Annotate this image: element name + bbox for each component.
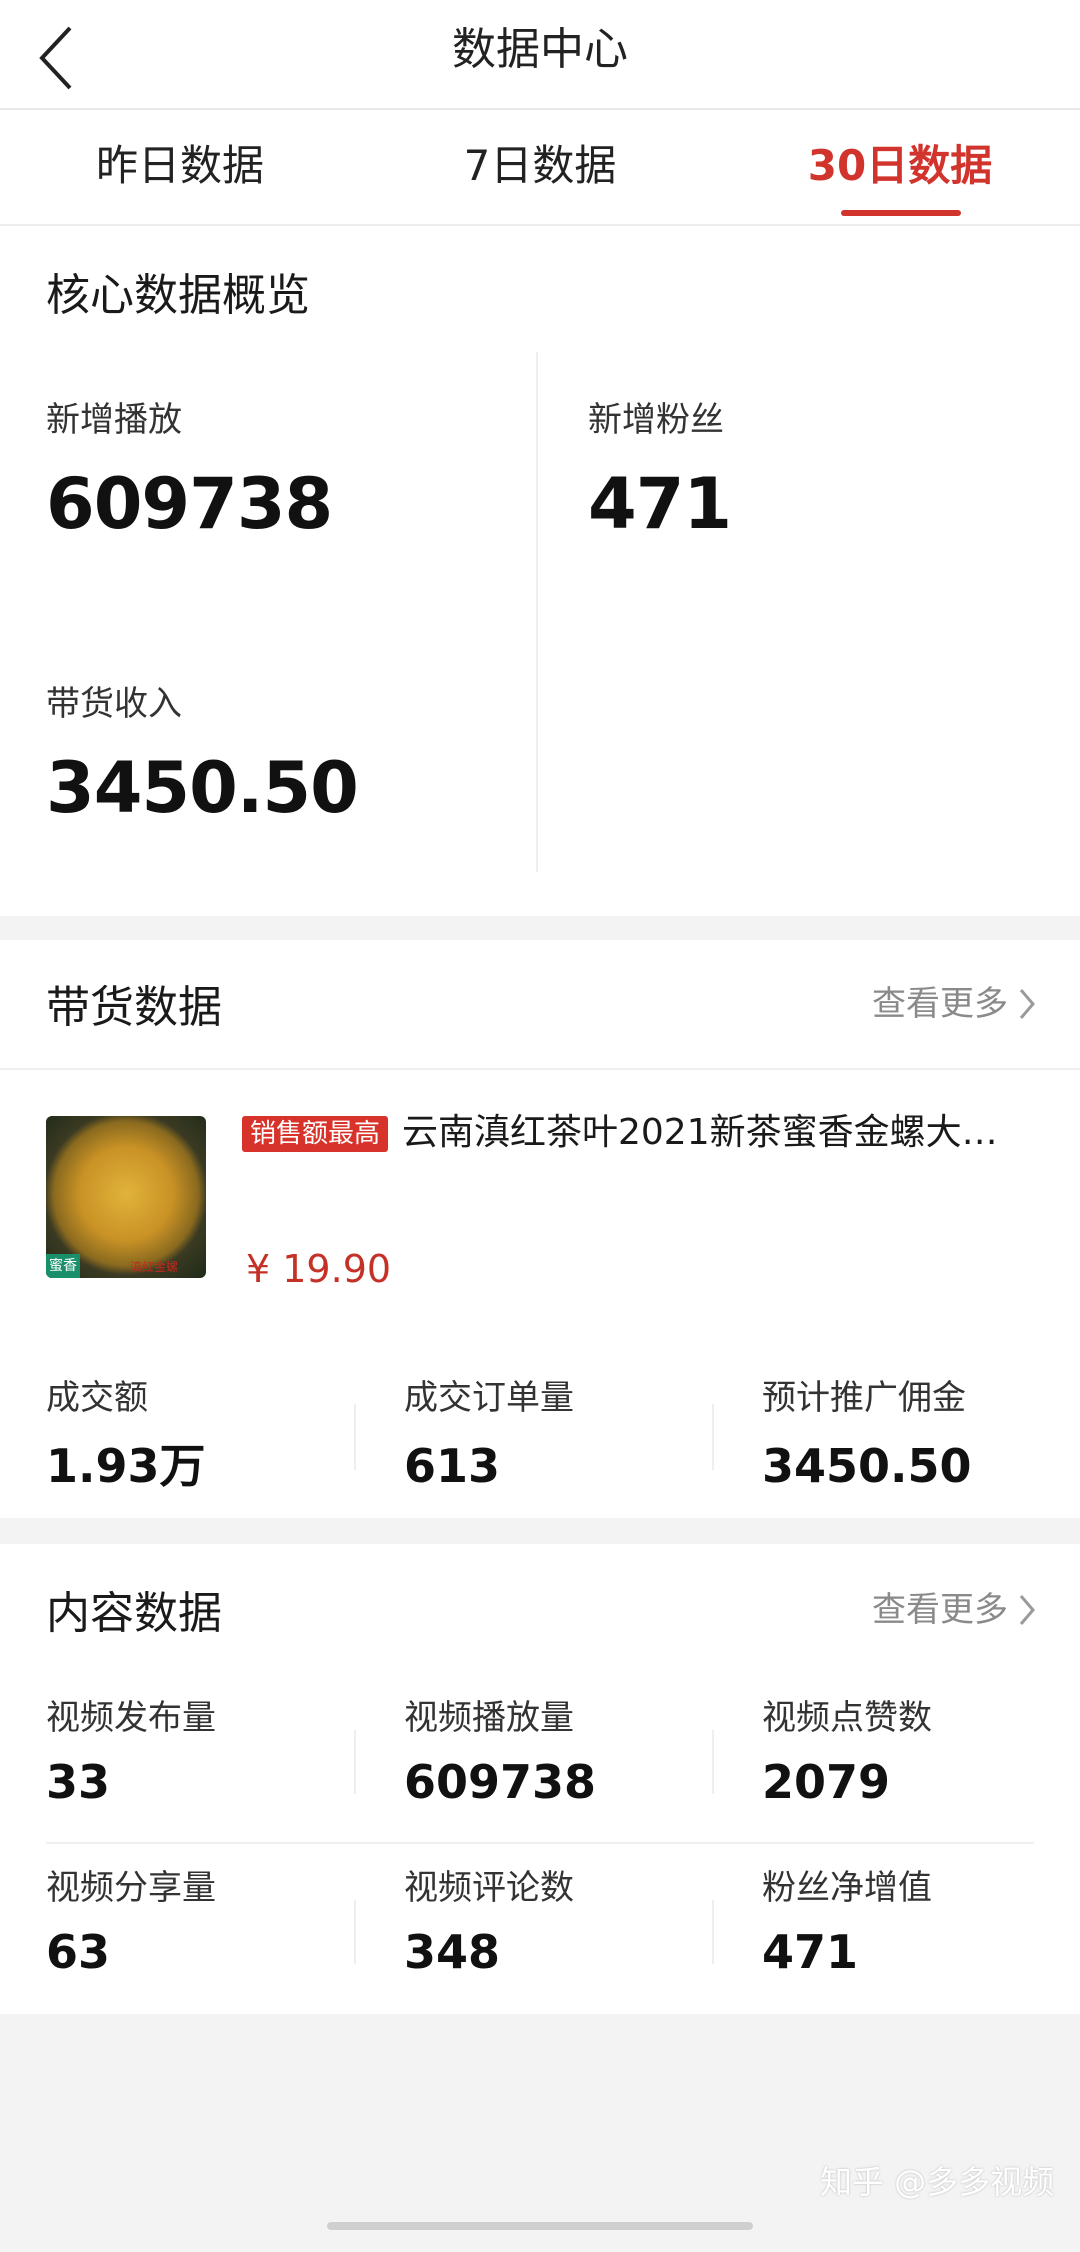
metric-value: 3450.50 <box>762 1439 972 1493</box>
chevron-right-icon <box>1018 1593 1036 1627</box>
tab-30-days[interactable]: 30日数据 <box>780 138 1020 194</box>
metric-new-plays[interactable]: 新增播放 609738 <box>46 398 333 545</box>
metric-sales-income[interactable]: 带货收入 3450.50 <box>46 682 359 829</box>
metric-orders[interactable]: 成交订单量 613 <box>404 1376 574 1494</box>
page-title: 数据中心 <box>452 24 628 75</box>
content-section: 内容数据 查看更多 视频发布量 33 视频播放量 609738 视频点赞数 20… <box>0 1544 1080 2014</box>
top-bar: 数据中心 <box>0 0 1080 110</box>
chevron-right-icon <box>1018 987 1036 1021</box>
thumb-badge: 蜜香 <box>46 1254 80 1278</box>
metric-label: 成交订单量 <box>404 1378 574 1418</box>
tab-7-days[interactable]: 7日数据 <box>420 138 660 194</box>
metric-label: 视频播放量 <box>404 1698 574 1738</box>
metric-video-comments[interactable]: 视频评论数 348 <box>404 1866 574 1980</box>
watermark: 知乎 @多多视频 <box>820 2163 1055 2201</box>
active-tab-indicator <box>841 210 961 216</box>
section-divider <box>0 1068 1080 1070</box>
metric-video-plays[interactable]: 视频播放量 609738 <box>404 1696 596 1810</box>
metric-value: 1.93万 <box>46 1439 206 1493</box>
metric-value: 613 <box>404 1439 501 1493</box>
period-tabs: 昨日数据 7日数据 30日数据 <box>0 110 1080 226</box>
metric-divider <box>354 1404 356 1470</box>
overview-section: 核心数据概览 新增播放 609738 新增粉丝 471 带货收入 3450.50 <box>0 226 1080 916</box>
metric-label: 预计推广佣金 <box>762 1378 966 1418</box>
metric-video-shares[interactable]: 视频分享量 63 <box>46 1866 216 1980</box>
metric-label: 带货收入 <box>46 684 182 724</box>
metric-divider <box>712 1900 714 1964</box>
product-thumbnail[interactable]: 蜜香 滇红金螺 <box>46 1116 206 1278</box>
sales-title: 带货数据 <box>46 982 222 1033</box>
metric-gmv[interactable]: 成交额 1.93万 <box>46 1376 206 1494</box>
home-indicator[interactable] <box>327 2222 753 2230</box>
metric-new-fans[interactable]: 新增粉丝 471 <box>588 398 732 545</box>
overview-title: 核心数据概览 <box>46 270 310 321</box>
metric-value: 471 <box>588 463 732 545</box>
metric-video-likes[interactable]: 视频点赞数 2079 <box>762 1696 932 1810</box>
top-sales-badge: 销售额最高 <box>242 1116 389 1152</box>
overview-divider <box>536 352 538 872</box>
metric-divider <box>354 1730 356 1794</box>
metric-label: 视频发布量 <box>46 1698 216 1738</box>
metric-label: 新增播放 <box>46 400 182 440</box>
tab-yesterday[interactable]: 昨日数据 <box>60 138 300 194</box>
metric-label: 粉丝净增值 <box>762 1868 932 1908</box>
metric-label: 成交额 <box>46 1378 148 1418</box>
metric-net-fans[interactable]: 粉丝净增值 471 <box>762 1866 932 1980</box>
metric-value: 33 <box>46 1755 111 1809</box>
see-more-label: 查看更多 <box>872 1590 1008 1630</box>
metric-value: 471 <box>762 1925 859 1979</box>
metric-value: 609738 <box>46 463 333 545</box>
product-price: ¥ 19.90 <box>246 1247 392 1291</box>
metric-divider <box>712 1730 714 1794</box>
metric-commission[interactable]: 预计推广佣金 3450.50 <box>762 1376 972 1494</box>
metric-label: 视频点赞数 <box>762 1698 932 1738</box>
content-title: 内容数据 <box>46 1588 222 1639</box>
sales-see-more[interactable]: 查看更多 <box>872 982 1036 1026</box>
metric-label: 新增粉丝 <box>588 400 724 440</box>
see-more-label: 查看更多 <box>872 984 1008 1024</box>
row-divider <box>46 1842 1034 1844</box>
thumb-caption: 滇红金螺 <box>130 1260 179 1274</box>
metric-label: 视频分享量 <box>46 1868 216 1908</box>
metric-value: 3450.50 <box>46 747 359 829</box>
metric-value: 2079 <box>762 1755 891 1809</box>
metric-divider <box>354 1900 356 1964</box>
metric-divider <box>712 1404 714 1470</box>
content-see-more[interactable]: 查看更多 <box>872 1588 1036 1632</box>
metric-label: 视频评论数 <box>404 1868 574 1908</box>
metric-value: 609738 <box>404 1755 597 1809</box>
metric-value: 348 <box>404 1925 501 1979</box>
metric-value: 63 <box>46 1925 111 1979</box>
product-name[interactable]: 云南滇红茶叶2021新茶蜜香金螺大… <box>402 1106 1022 1160</box>
metric-videos-published[interactable]: 视频发布量 33 <box>46 1696 216 1810</box>
